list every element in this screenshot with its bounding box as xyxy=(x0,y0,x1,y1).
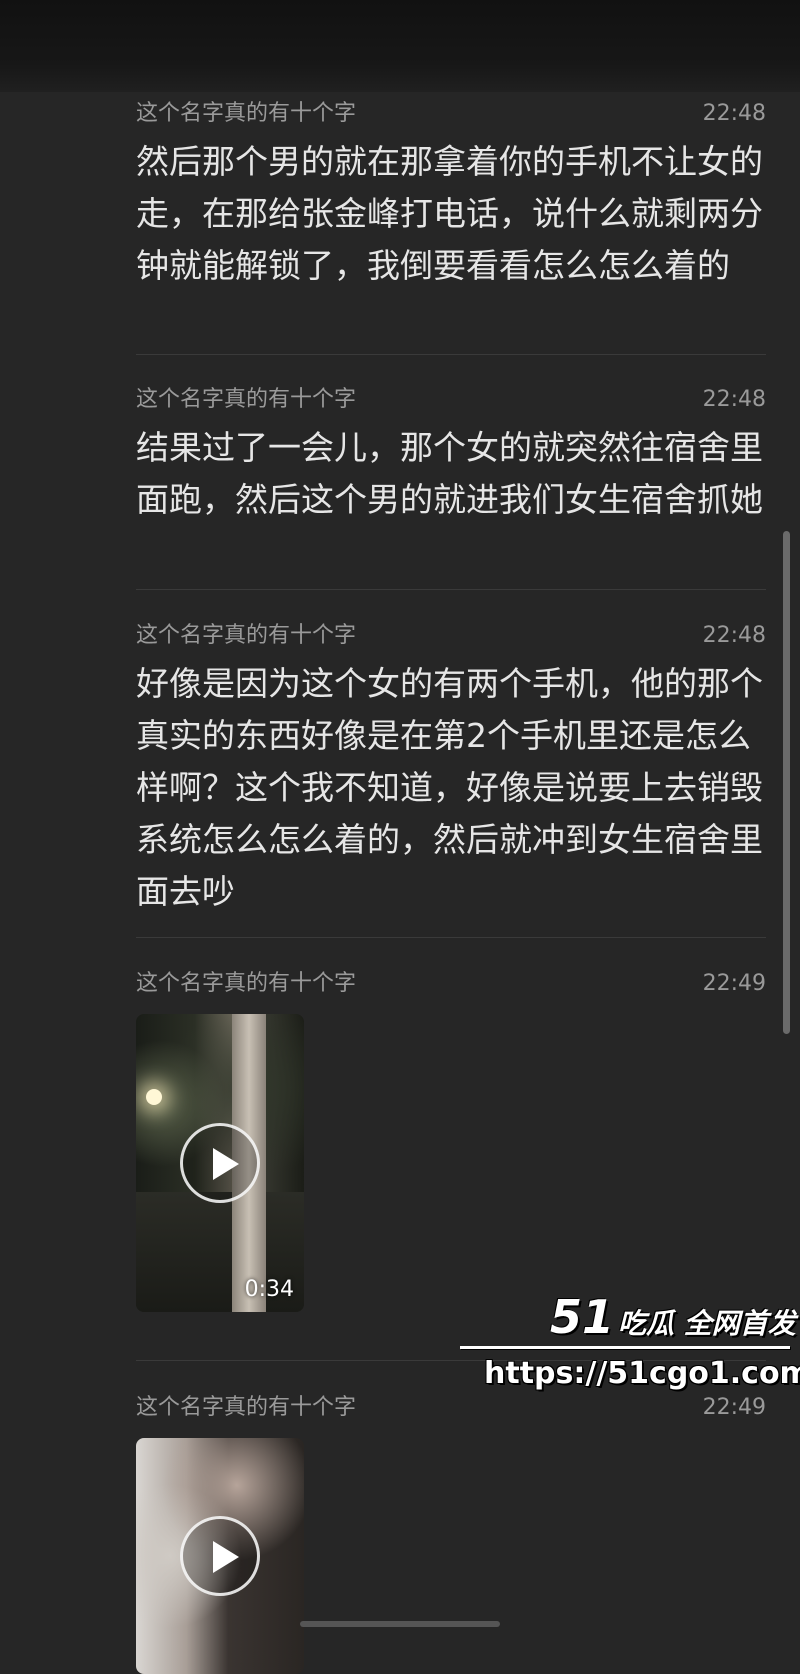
watermark-divider xyxy=(460,1346,790,1349)
message-text: 结果过了一会儿，那个女的就突然往宿舍里面跑，然后这个男的就进我们女生宿舍抓她 xyxy=(136,428,763,519)
status-bar-area xyxy=(0,0,800,92)
message-item[interactable]: 这个名字真的有十个字 22:49 xyxy=(136,1390,766,1674)
message-header: 这个名字真的有十个字 22:49 xyxy=(136,966,766,1002)
message-divider xyxy=(136,354,766,355)
sender-name: 这个名字真的有十个字 xyxy=(136,971,357,996)
sender-name: 这个名字真的有十个字 xyxy=(136,1395,357,1420)
message-text: 然后那个男的就在那拿着你的手机不让女的走，在那给张金峰打电话，说什么就剩两分钟就… xyxy=(136,142,763,285)
message-time: 22:49 xyxy=(702,971,766,996)
watermark-text: 吃瓜 全网首发 xyxy=(618,1307,796,1340)
message-header: 这个名字真的有十个字 22:48 xyxy=(136,96,766,132)
video-duration: 0:34 xyxy=(244,1277,294,1302)
watermark-brand: 51 吃瓜 全网首发 xyxy=(550,1290,796,1344)
play-icon[interactable] xyxy=(180,1123,260,1203)
watermark-url: https://51cgo1.com xyxy=(484,1356,800,1391)
message-item[interactable]: 这个名字真的有十个字 22:48 然后那个男的就在那拿着你的手机不让女的走，在那… xyxy=(136,96,766,292)
sender-name: 这个名字真的有十个字 xyxy=(136,623,357,648)
message-time: 22:48 xyxy=(702,623,766,648)
play-icon[interactable] xyxy=(180,1516,260,1596)
home-indicator[interactable] xyxy=(300,1621,500,1627)
thumbnail-scene xyxy=(146,1089,162,1105)
message-divider xyxy=(136,589,766,590)
scrollbar[interactable] xyxy=(783,531,790,1034)
video-thumbnail[interactable] xyxy=(136,1438,304,1674)
sender-name: 这个名字真的有十个字 xyxy=(136,387,357,412)
message-time: 22:48 xyxy=(702,101,766,126)
message-text: 好像是因为这个女的有两个手机，他的那个真实的东西好像是在第2个手机里还是怎么样啊… xyxy=(136,664,763,911)
message-item[interactable]: 这个名字真的有十个字 22:48 好像是因为这个女的有两个手机，他的那个真实的东… xyxy=(136,618,766,918)
message-header: 这个名字真的有十个字 22:48 xyxy=(136,618,766,654)
message-header: 这个名字真的有十个字 22:48 xyxy=(136,382,766,418)
message-item[interactable]: 这个名字真的有十个字 22:49 0:34 xyxy=(136,966,766,1312)
watermark: 51 吃瓜 全网首发 https://51cgo1.com xyxy=(460,1290,800,1410)
message-item[interactable]: 这个名字真的有十个字 22:48 结果过了一会儿，那个女的就突然往宿舍里面跑，然… xyxy=(136,382,766,526)
sender-name: 这个名字真的有十个字 xyxy=(136,101,357,126)
video-thumbnail[interactable]: 0:34 xyxy=(136,1014,304,1312)
watermark-number: 51 xyxy=(550,1290,615,1344)
message-time: 22:48 xyxy=(702,387,766,412)
message-divider xyxy=(136,937,766,938)
